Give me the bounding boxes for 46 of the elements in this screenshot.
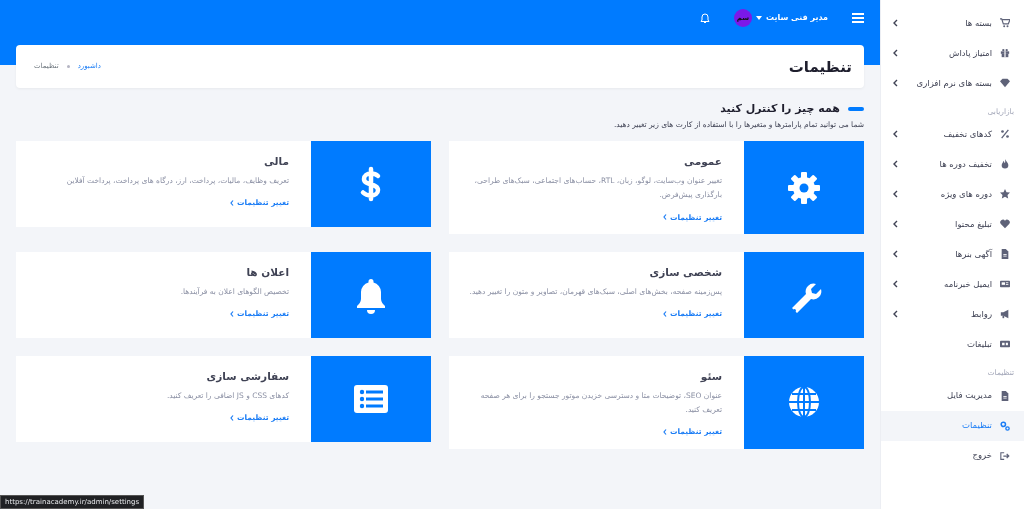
sidebar-item[interactable]: روابط	[881, 299, 1024, 330]
chevron-icon	[662, 214, 667, 221]
card-title: سفارشی سازی	[205, 370, 289, 383]
document-icon	[1000, 249, 1010, 260]
sidebar-item[interactable]: بسته های نرم افزاری	[881, 68, 1024, 98]
sidebar-item[interactable]: امتیاز پاداش	[881, 38, 1024, 68]
chevron-icon	[662, 428, 667, 435]
card-title: شخصی سازی	[648, 266, 722, 279]
card-title: اعلان ها	[245, 266, 289, 279]
caret-icon	[755, 16, 762, 20]
sidebar-item[interactable]: تنظیمات	[881, 410, 1024, 441]
sidebar-item[interactable]: تبلیغات	[881, 329, 1024, 360]
gears-icon	[1000, 420, 1010, 431]
document-icon	[1000, 390, 1010, 401]
menu-icon[interactable]	[852, 13, 864, 23]
sidebar-item[interactable]: دوره های ویژه	[881, 179, 1024, 210]
exit-icon	[1000, 450, 1010, 461]
sidebar-item[interactable]: تخفیف دوره ها	[881, 149, 1024, 180]
chevron-icon	[229, 199, 234, 206]
heart-icon	[1000, 219, 1010, 230]
section-title: همه چیز را کنترل کنید	[720, 102, 840, 116]
accent-bar	[848, 106, 864, 111]
percent-icon	[1000, 129, 1010, 140]
sidebar-item[interactable]: بسته ها	[881, 8, 1024, 38]
sidebar-item[interactable]: تبلیغ محتوا	[881, 209, 1024, 240]
sidebar-item[interactable]: ایمیل خبرنامه	[881, 269, 1024, 300]
sidebar-item[interactable]: مدیریت فایل	[881, 380, 1024, 411]
gift-icon	[1000, 48, 1010, 58]
chevron-icon	[229, 414, 234, 421]
flame-icon	[1000, 159, 1010, 170]
bell-icon[interactable]	[699, 12, 710, 24]
star-icon	[1000, 189, 1010, 200]
sidebar-item[interactable]: خروج	[881, 440, 1024, 471]
gem-icon	[1000, 78, 1010, 88]
card-title: مالی	[263, 155, 289, 169]
page-title: تنظیمات	[788, 57, 852, 76]
chevron-icon	[662, 310, 667, 317]
sidebar-item[interactable]: آگهی بنرها	[881, 239, 1024, 270]
chevron-icon	[229, 310, 234, 317]
newspaper-icon	[1000, 279, 1010, 290]
cart-icon	[1000, 18, 1010, 28]
megaphone-icon	[1000, 309, 1010, 320]
card-title: سئو	[699, 370, 722, 383]
sidebar-item[interactable]: کدهای تخفیف	[881, 119, 1024, 150]
ad-icon	[1000, 339, 1010, 350]
card-title: عمومی	[683, 155, 722, 169]
